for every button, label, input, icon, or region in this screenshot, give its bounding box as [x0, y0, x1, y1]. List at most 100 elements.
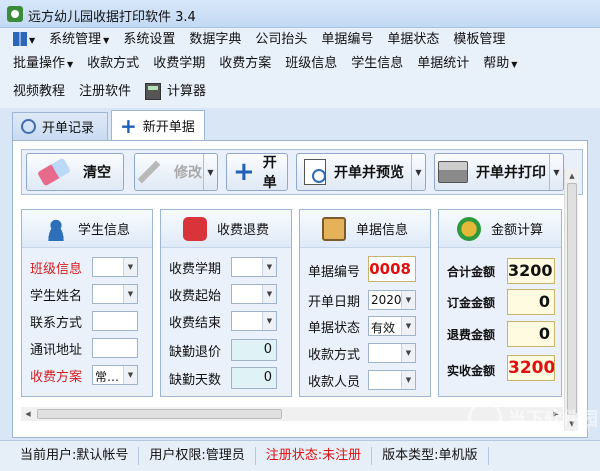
chevron-down-icon[interactable]: ▼: [411, 154, 425, 190]
chevron-down-icon[interactable]: ▼: [401, 371, 415, 389]
menu-receipt-status[interactable]: 单据状态: [380, 28, 446, 52]
address-row: 通讯地址: [30, 338, 82, 358]
start-date-select[interactable]: ▼: [231, 284, 277, 304]
history-icon: [21, 119, 36, 134]
chevron-down-icon[interactable]: ▼: [262, 285, 276, 303]
menu-system-settings[interactable]: 系统设置: [116, 28, 182, 52]
total-row: 合计金额: [447, 261, 495, 281]
term-select[interactable]: ▼: [231, 257, 277, 277]
menu-batch-operations[interactable]: 批量操作 ▼: [6, 52, 80, 77]
deposit-amount-field[interactable]: 0: [507, 289, 555, 315]
contact-row: 联系方式: [30, 311, 82, 331]
absence-refund-label: 缺勤退价: [169, 344, 222, 360]
menu-template-management[interactable]: 模板管理: [446, 28, 512, 52]
payment-method-select[interactable]: ▼: [368, 343, 416, 363]
plan-row: 收费方案: [30, 365, 82, 385]
menu-payment-method[interactable]: 收款方式: [80, 52, 146, 76]
end-label: 收费结束: [169, 315, 222, 331]
date-label: 开单日期: [308, 294, 361, 310]
title-bar: 远方幼儿园收据打印软件 3.4: [0, 0, 600, 28]
menu-video-tutorial[interactable]: 视频教程: [6, 80, 72, 104]
menu-data-dictionary[interactable]: 数据字典: [182, 28, 248, 52]
chevron-down-icon[interactable]: ▼: [401, 317, 415, 335]
menu-system-management[interactable]: 系统管理 ▼: [42, 28, 116, 53]
scroll-thumb[interactable]: [567, 183, 577, 415]
fee-plan-select[interactable]: 常… ▼: [92, 365, 138, 385]
payee-select[interactable]: ▼: [368, 370, 416, 390]
tab-new-receipt[interactable]: + 新开单据: [111, 110, 205, 140]
address-label: 通讯地址: [30, 342, 83, 358]
chevron-down-icon[interactable]: ▼: [262, 312, 276, 330]
chevron-down-icon: ▼: [103, 35, 110, 45]
modify-button[interactable]: 修改 ▼: [134, 153, 218, 191]
menu-register[interactable]: 注册软件: [72, 80, 138, 104]
menu-company-header[interactable]: 公司抬头: [248, 28, 314, 52]
class-select[interactable]: ▼: [92, 257, 138, 277]
watermark: 当下软件园 www.downxia.com: [420, 398, 598, 438]
contact-input[interactable]: [92, 311, 138, 331]
receipt-number-label: 单据编号: [308, 264, 361, 280]
menu-row-3: 视频教程 注册软件 计算器: [6, 80, 213, 104]
student-name-select[interactable]: ▼: [92, 284, 138, 304]
menu-fee-plan[interactable]: 收费方案: [212, 52, 278, 76]
total-amount-field[interactable]: 3200: [507, 258, 555, 284]
menu-fee-term[interactable]: 收费学期: [146, 52, 212, 76]
menu-quick-access[interactable]: ▼: [6, 28, 42, 53]
receipt-status-select[interactable]: 有效 ▼: [368, 316, 416, 336]
chevron-down-icon[interactable]: ▼: [549, 154, 563, 190]
hscroll-thumb[interactable]: [37, 409, 282, 419]
menu-receipt-number[interactable]: 单据编号: [314, 28, 380, 52]
chevron-down-icon: ▼: [511, 59, 518, 69]
chevron-down-icon[interactable]: ▼: [123, 258, 137, 276]
number-row: 单据编号: [308, 260, 360, 280]
received-label: 实收金额: [447, 363, 496, 378]
chevron-down-icon: ▼: [67, 59, 74, 69]
absence-refund-input[interactable]: 0: [231, 339, 277, 361]
payment-method-label: 收款方式: [308, 347, 361, 363]
toolbar: 清空 修改 ▼ + 开单 开单并预览 ▼ 开单并打印 ▼: [21, 149, 583, 195]
received-amount-field[interactable]: 3200: [507, 355, 555, 381]
date-select[interactable]: 2020 ▼: [368, 290, 416, 310]
class-row: 班级信息: [30, 257, 82, 277]
amount-group: 金额计算 合计金额 3200 订金金额 0 退费金额 0 实收金额 3200: [438, 209, 562, 397]
fee-refund-header: 收费退费: [161, 210, 291, 248]
open-preview-button[interactable]: 开单并预览 ▼: [296, 153, 426, 191]
status-row: 单据状态: [308, 316, 360, 336]
scroll-left-icon[interactable]: ◀: [21, 407, 35, 421]
chevron-down-icon[interactable]: ▼: [401, 291, 415, 309]
payee-row: 收款人员: [308, 370, 360, 390]
absence-days-input[interactable]: 0: [231, 367, 277, 389]
preview-icon: [304, 159, 326, 185]
chevron-down-icon[interactable]: ▼: [123, 285, 137, 303]
receipt-info-group: 单据信息 单据编号 0008 开单日期 2020 ▼ 单据状态 有效 ▼ 收款方式 …: [299, 209, 431, 397]
clear-button[interactable]: 清空: [26, 153, 124, 191]
menu-class-info[interactable]: 班级信息: [278, 52, 344, 76]
clipboard-icon: [321, 216, 346, 241]
menu-help[interactable]: 帮助 ▼: [476, 52, 524, 77]
menu-student-info[interactable]: 学生信息: [344, 52, 410, 76]
address-input[interactable]: [92, 338, 138, 358]
absence-refund-row: 缺勤退价: [169, 340, 221, 360]
tab-records[interactable]: 开单记录: [12, 112, 108, 140]
chevron-down-icon[interactable]: ▼: [262, 258, 276, 276]
refund-label: 退费金额: [447, 327, 496, 342]
name-row: 学生姓名: [30, 284, 82, 304]
receipt-number-field[interactable]: 0008: [368, 256, 416, 282]
vertical-scrollbar[interactable]: ▲ ▼: [564, 169, 578, 431]
contact-label: 联系方式: [30, 315, 83, 331]
menu-receipt-stats[interactable]: 单据统计: [410, 52, 476, 76]
menu-calculator[interactable]: 计算器: [138, 80, 213, 104]
chevron-down-icon[interactable]: ▼: [123, 366, 137, 384]
chevron-down-icon[interactable]: ▼: [401, 344, 415, 362]
printer-icon: [438, 161, 468, 183]
refund-amount-field[interactable]: 0: [507, 321, 555, 347]
scroll-up-icon[interactable]: ▲: [565, 169, 579, 183]
open-receipt-button[interactable]: + 开单: [226, 153, 288, 191]
receipt-status-label: 单据状态: [308, 320, 361, 336]
menu-bar: ▼ 系统管理 ▼ 系统设置 数据字典 公司抬头 单据编号 单据状态 模板管理 批量…: [0, 28, 600, 108]
coin-icon: [456, 216, 481, 241]
open-print-button[interactable]: 开单并打印 ▼: [434, 153, 564, 191]
method-row: 收款方式: [308, 343, 360, 363]
chevron-down-icon[interactable]: ▼: [203, 154, 217, 190]
end-date-select[interactable]: ▼: [231, 311, 277, 331]
